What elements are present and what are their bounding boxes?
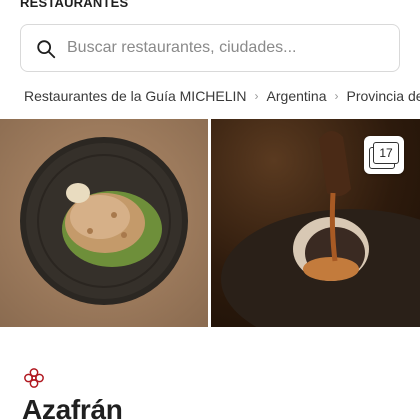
photo-count-badge: 17: [373, 142, 399, 164]
search-icon: [37, 40, 56, 59]
search-box[interactable]: [20, 24, 400, 72]
plated-dish-photo[interactable]: [0, 119, 208, 327]
breadcrumb-item-country[interactable]: Argentina: [267, 88, 327, 104]
restaurant-name: Azafrán: [22, 394, 123, 420]
photo-gallery[interactable]: [0, 119, 420, 327]
photo-count-label: 17: [379, 146, 393, 160]
michelin-star-icon: [24, 368, 44, 388]
breadcrumb: Restaurantes de la Guía MICHELIN › Argen…: [24, 86, 420, 106]
chevron-right-icon: ›: [334, 89, 339, 103]
breadcrumb-item-guide[interactable]: Restaurantes de la Guía MICHELIN: [24, 88, 247, 104]
chevron-right-icon: ›: [254, 89, 259, 103]
section-label: RESTAURANTES: [20, 0, 129, 10]
plated-dish-image: [20, 137, 188, 305]
search-input[interactable]: [67, 25, 387, 71]
breadcrumb-item-province[interactable]: Provincia de Mendoza: [346, 88, 420, 104]
photo-count-button[interactable]: 17: [364, 136, 404, 174]
